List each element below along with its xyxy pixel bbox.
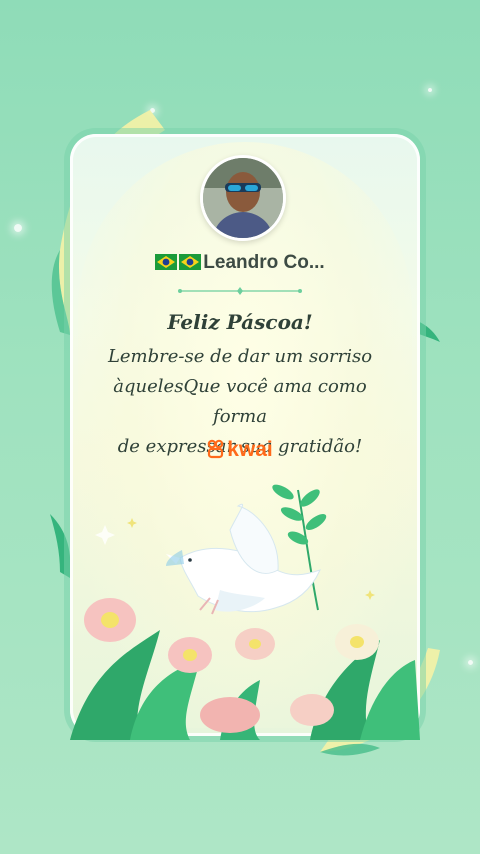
kwai-watermark: kwai <box>0 438 480 462</box>
easter-illustration <box>70 484 420 740</box>
username-label: Leandro Co... <box>203 252 325 273</box>
username-row[interactable]: Leandro Co... <box>0 252 480 274</box>
avatar-photo <box>203 158 283 238</box>
kwai-logo-icon <box>207 439 224 459</box>
message-line: àquelesQue você ama como forma <box>113 376 367 427</box>
sparkle-decoration <box>428 88 432 92</box>
sparkle-decoration <box>14 224 22 232</box>
ornament-divider <box>178 287 302 295</box>
brazil-flag-icon <box>155 254 178 270</box>
dove-icon <box>166 503 321 615</box>
brazil-flag-icon <box>179 254 202 270</box>
avatar[interactable] <box>200 155 286 241</box>
message-line: Lembre-se de dar um sorriso <box>107 346 373 367</box>
brand-name: kwai <box>227 438 273 461</box>
sparkle-decoration <box>468 660 473 665</box>
greeting-title: Feliz Páscoa! <box>167 310 313 334</box>
